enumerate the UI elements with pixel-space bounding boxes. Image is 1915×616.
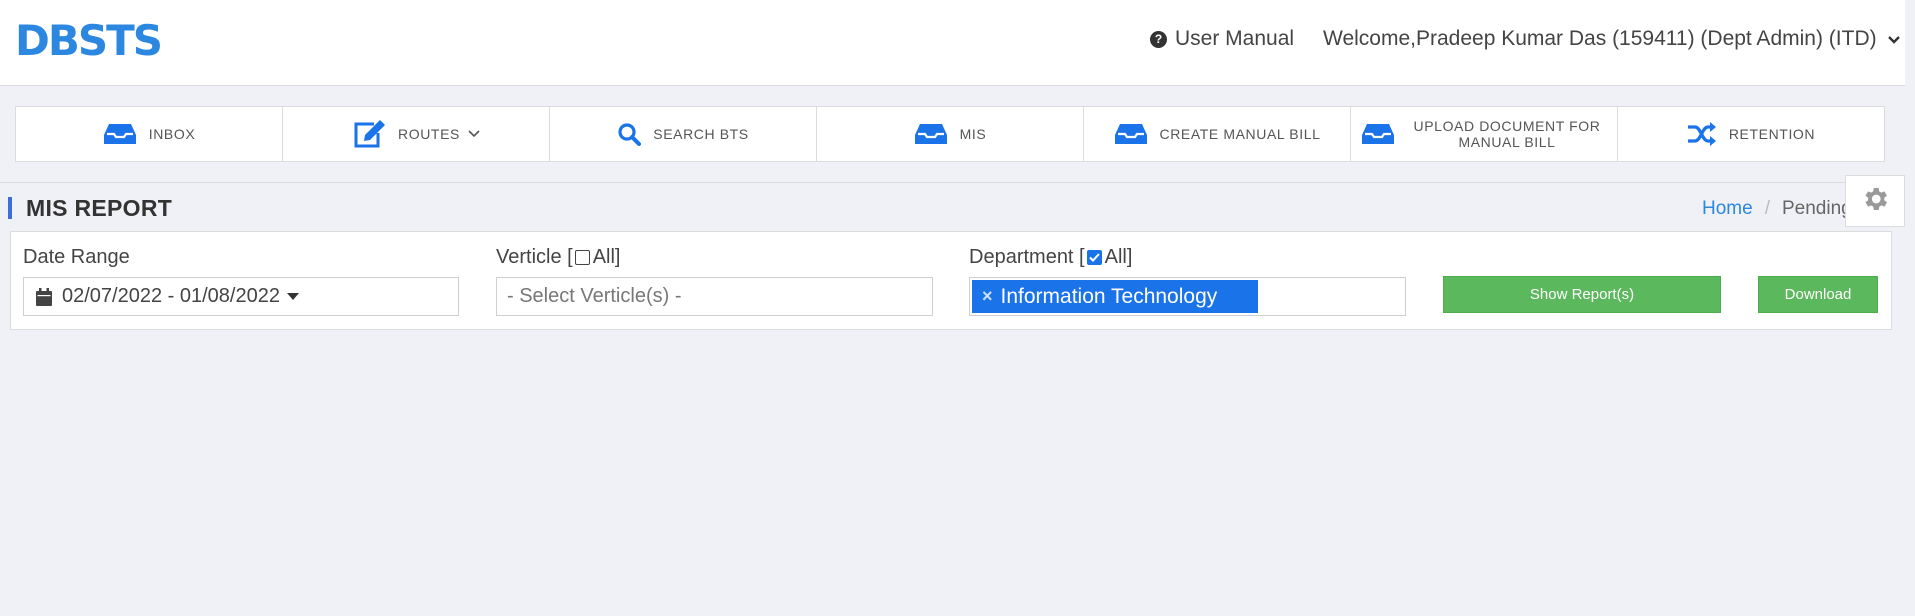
verticle-all-label: All] <box>592 246 621 268</box>
chevron-down-icon <box>468 130 480 138</box>
verticle-placeholder: - Select Verticle(s) - <box>507 285 682 307</box>
settings-button[interactable] <box>1845 175 1905 227</box>
edit-icon <box>352 119 386 149</box>
department-all-label: All] <box>1104 246 1133 268</box>
breadcrumb: Home / Pending <box>1702 198 1852 220</box>
question-circle-icon: ? <box>1150 30 1167 48</box>
gear-icon <box>1860 184 1890 219</box>
remove-tag-icon[interactable]: × <box>982 286 993 307</box>
nav-item-mis[interactable]: MIS <box>817 107 1084 161</box>
department-multiselect[interactable]: × Information Technology <box>969 277 1406 316</box>
user-manual-label: User Manual <box>1175 27 1295 50</box>
inbox-icon <box>1114 122 1148 146</box>
show-reports-button[interactable]: Show Report(s) <box>1443 276 1721 313</box>
nav-item-create-manual-bill[interactable]: CREATE MANUAL BILL <box>1084 107 1351 161</box>
page-title-bar: MIS REPORT Home / Pending <box>0 182 1905 230</box>
verticle-label: Verticle [ All] <box>496 246 621 269</box>
nav-item-retention[interactable]: RETENTION <box>1618 107 1884 161</box>
breadcrumb-separator: / <box>1764 198 1770 219</box>
nav-item-inbox[interactable]: INBOX <box>16 107 283 161</box>
inbox-icon <box>1361 122 1395 146</box>
nav-item-routes[interactable]: ROUTES <box>283 107 550 161</box>
user-manual-link[interactable]: ? User Manual <box>1150 27 1294 51</box>
top-header: DBSTS ? User Manual Welcome,Pradeep Kuma… <box>0 0 1905 86</box>
checkmark-icon <box>1088 253 1100 262</box>
nav-item-search-bts[interactable]: SEARCH BTS <box>550 107 817 161</box>
date-range-label: Date Range <box>23 246 130 268</box>
nav-item-upload-document[interactable]: UPLOAD DOCUMENT FOR MANUAL BILL <box>1351 107 1618 161</box>
app-logo[interactable]: DBSTS <box>15 16 163 65</box>
search-icon <box>617 122 642 146</box>
calendar-icon <box>36 287 52 306</box>
page-title: MIS REPORT <box>26 195 173 221</box>
verticle-select[interactable]: - Select Verticle(s) - <box>496 277 933 316</box>
chevron-down-icon <box>1887 27 1901 51</box>
nav-label: CREATE MANUAL BILL <box>1159 126 1321 142</box>
department-label: Department [ All] <box>969 246 1132 269</box>
shuffle-icon <box>1687 122 1717 146</box>
nav-label: MIS <box>959 126 987 142</box>
selected-department-label: Information Technology <box>1000 284 1218 308</box>
inbox-icon <box>914 122 948 146</box>
welcome-text: Welcome,Pradeep Kumar Das (159411) (Dept… <box>1323 27 1877 50</box>
verticle-label-text: Verticle [ <box>496 246 573 268</box>
nav-label: SEARCH BTS <box>653 126 749 142</box>
department-all-checkbox[interactable] <box>1086 250 1102 265</box>
user-menu[interactable]: Welcome,Pradeep Kumar Das (159411) (Dept… <box>1323 27 1901 51</box>
nav-label: UPLOAD DOCUMENT FOR MANUAL BILL <box>1413 118 1601 150</box>
nav-label: RETENTION <box>1728 126 1816 142</box>
date-range-picker[interactable]: 02/07/2022 - 01/08/2022 <box>23 277 459 316</box>
nav-label: ROUTES <box>398 126 460 142</box>
breadcrumb-current: Pending <box>1781 198 1852 219</box>
title-accent-bar <box>8 197 12 219</box>
selected-department-tag: × Information Technology <box>972 280 1258 313</box>
download-button[interactable]: Download <box>1758 276 1878 313</box>
nav-label: INBOX <box>148 126 196 142</box>
caret-down-icon <box>286 292 299 301</box>
department-label-text: Department [ <box>969 246 1085 268</box>
inbox-icon <box>103 122 137 146</box>
main-nav: INBOX ROUTES SEARCH BTS MIS CREATE MANUA… <box>15 106 1885 162</box>
date-range-value: 02/07/2022 - 01/08/2022 <box>62 285 280 307</box>
breadcrumb-home-link[interactable]: Home <box>1702 198 1753 220</box>
verticle-all-checkbox[interactable] <box>574 250 590 265</box>
filter-panel: Date Range 02/07/2022 - 01/08/2022 Verti… <box>10 231 1892 330</box>
